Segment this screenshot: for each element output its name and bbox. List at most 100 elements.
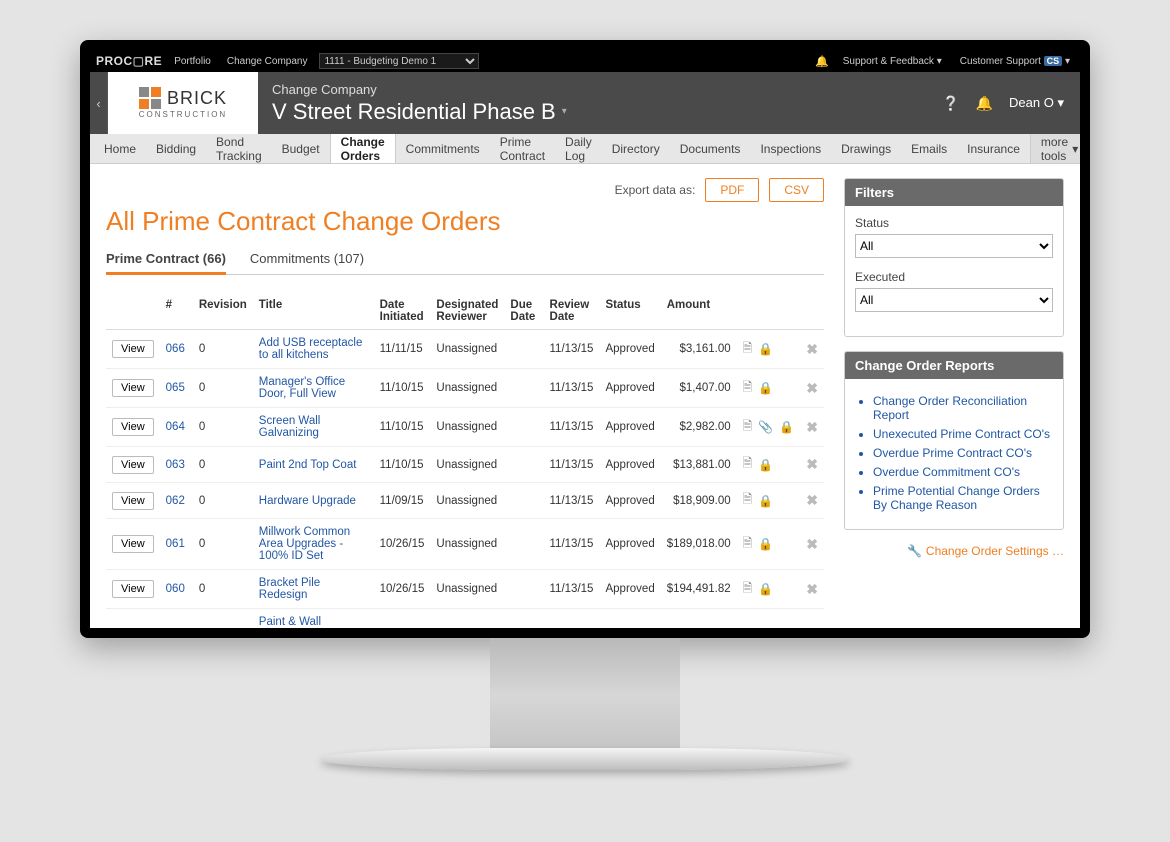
back-chevron-icon[interactable]: ‹: [90, 72, 108, 134]
export-csv-button[interactable]: CSV: [769, 178, 824, 202]
cell-due-date: [504, 570, 543, 609]
cell-amount: $1,439.00: [661, 609, 737, 629]
customer-support-link[interactable]: Customer Support CS ▾: [956, 56, 1074, 67]
co-number-link[interactable]: 066: [166, 343, 185, 355]
delete-icon[interactable]: ✖: [806, 456, 818, 472]
filter-executed-select[interactable]: All: [855, 288, 1053, 312]
pdf-icon[interactable]: 🗎: [743, 454, 753, 475]
co-title-link[interactable]: Paint & Wall Covering Upgrades - ID Upda…: [259, 616, 365, 628]
change-order-settings-link[interactable]: 🔧 Change Order Settings …: [844, 544, 1064, 558]
reports-panel: Change Order Reports Change Order Reconc…: [844, 351, 1064, 530]
support-feedback-link[interactable]: Support & Feedback ▾: [839, 56, 946, 67]
nav-tab-prime-contract[interactable]: Prime Contract: [490, 134, 555, 163]
view-button[interactable]: View: [112, 456, 154, 474]
pdf-icon[interactable]: 🗎: [743, 490, 753, 511]
view-button[interactable]: View: [112, 580, 154, 598]
nav-tab-drawings[interactable]: Drawings: [831, 134, 901, 163]
delete-icon[interactable]: ✖: [806, 341, 818, 357]
attachment-icon[interactable]: 📎: [758, 420, 773, 434]
pdf-icon[interactable]: 🗎: [743, 579, 753, 600]
view-button[interactable]: View: [112, 492, 154, 510]
view-button[interactable]: View: [112, 340, 154, 358]
th-date-initiated[interactable]: Date Initiated: [374, 293, 431, 330]
pdf-icon[interactable]: 🗎: [743, 417, 753, 438]
delete-icon[interactable]: ✖: [806, 536, 818, 552]
nav-tab-home[interactable]: Home: [94, 134, 146, 163]
th-title[interactable]: Title: [253, 293, 374, 330]
report-link[interactable]: Prime Potential Change Orders By Change …: [873, 484, 1053, 512]
portfolio-link[interactable]: Portfolio: [170, 56, 215, 67]
cell-review-date: 11/13/15: [544, 447, 600, 483]
more-tools-menu[interactable]: more tools ▾: [1030, 134, 1080, 163]
th-view: [106, 293, 160, 330]
project-select[interactable]: 1111 - Budgeting Demo 1: [319, 53, 479, 69]
co-number-link[interactable]: 061: [166, 538, 185, 550]
th-designated-reviewer[interactable]: Designated Reviewer: [430, 293, 504, 330]
th-num[interactable]: #: [160, 293, 193, 330]
co-number-link[interactable]: 060: [166, 583, 185, 595]
report-link[interactable]: Change Order Reconciliation Report: [873, 394, 1053, 422]
pdf-icon[interactable]: 🗎: [743, 378, 753, 399]
view-button[interactable]: View: [112, 535, 154, 553]
nav-tab-documents[interactable]: Documents: [670, 134, 751, 163]
nav-tab-bond-tracking[interactable]: Bond Tracking: [206, 134, 272, 163]
pdf-icon[interactable]: 🗎: [743, 534, 753, 555]
co-title-link[interactable]: Hardware Upgrade: [259, 495, 356, 507]
co-title-link[interactable]: Bracket Pile Redesign: [259, 577, 320, 601]
change-company-link-top[interactable]: Change Company: [223, 56, 312, 67]
notifications-icon-top[interactable]: 🔔: [815, 55, 829, 68]
th-review-date[interactable]: Review Date: [544, 293, 600, 330]
cs-badge: CS: [1044, 56, 1063, 66]
nav-tab-daily-log[interactable]: Daily Log: [555, 134, 602, 163]
co-title-link[interactable]: Millwork Common Area Upgrades - 100% ID …: [259, 526, 350, 562]
report-link[interactable]: Unexecuted Prime Contract CO's: [873, 427, 1053, 441]
co-title-link[interactable]: Paint 2nd Top Coat: [259, 459, 357, 471]
nav-tab-directory[interactable]: Directory: [602, 134, 670, 163]
th-amount[interactable]: Amount: [661, 293, 737, 330]
tab-commitments[interactable]: Commitments (107): [250, 251, 364, 274]
th-revision[interactable]: Revision: [193, 293, 253, 330]
cell-designated-reviewer: Unassigned: [430, 447, 504, 483]
th-due-date[interactable]: Due Date: [504, 293, 543, 330]
delete-icon[interactable]: ✖: [806, 419, 818, 435]
co-number-link[interactable]: 062: [166, 495, 185, 507]
help-icon[interactable]: ❔: [942, 95, 959, 112]
view-button[interactable]: View: [112, 418, 154, 436]
nav-tab-bidding[interactable]: Bidding: [146, 134, 206, 163]
nav-tab-insurance[interactable]: Insurance: [957, 134, 1030, 163]
delete-icon[interactable]: ✖: [806, 581, 818, 597]
co-number-link[interactable]: 065: [166, 382, 185, 394]
co-title-link[interactable]: Screen Wall Galvanizing: [259, 415, 321, 439]
nav-tab-commitments[interactable]: Commitments: [396, 134, 490, 163]
project-name-dropdown[interactable]: V Street Residential Phase B▾: [272, 99, 942, 125]
cell-status: Approved: [599, 609, 660, 629]
nav-tab-change-orders[interactable]: Change Orders: [330, 134, 396, 163]
cell-revision: 0: [193, 330, 253, 369]
co-title-link[interactable]: Add USB receptacle to all kitchens: [259, 337, 363, 361]
cell-date-initiated: 11/11/15: [374, 330, 431, 369]
cell-revision: 0: [193, 570, 253, 609]
delete-icon[interactable]: ✖: [806, 492, 818, 508]
export-pdf-button[interactable]: PDF: [705, 178, 759, 202]
th-status[interactable]: Status: [599, 293, 660, 330]
view-button[interactable]: View: [112, 379, 154, 397]
project-header: ‹ BRICK CONSTRUCTION Change Company V St…: [90, 72, 1080, 134]
co-number-link[interactable]: 063: [166, 459, 185, 471]
nav-tab-emails[interactable]: Emails: [901, 134, 957, 163]
nav-tab-budget[interactable]: Budget: [272, 134, 330, 163]
change-company-header-link[interactable]: Change Company: [272, 82, 942, 97]
lock-icon: 🔒: [758, 494, 773, 508]
co-title-link[interactable]: Manager's Office Door, Full View: [259, 376, 345, 400]
notifications-icon[interactable]: 🔔: [976, 95, 993, 112]
pdf-icon[interactable]: 🗎: [743, 339, 753, 360]
report-link[interactable]: Overdue Commitment CO's: [873, 465, 1053, 479]
delete-icon[interactable]: ✖: [806, 380, 818, 396]
filter-status-select[interactable]: All: [855, 234, 1053, 258]
tab-prime-contract[interactable]: Prime Contract (66): [106, 251, 226, 275]
user-menu[interactable]: Dean O ▾: [1009, 95, 1064, 111]
cell-revision: 0: [193, 408, 253, 447]
report-link[interactable]: Overdue Prime Contract CO's: [873, 446, 1053, 460]
nav-tab-inspections[interactable]: Inspections: [750, 134, 831, 163]
co-number-link[interactable]: 064: [166, 421, 185, 433]
lock-icon: 🔒: [758, 582, 773, 596]
